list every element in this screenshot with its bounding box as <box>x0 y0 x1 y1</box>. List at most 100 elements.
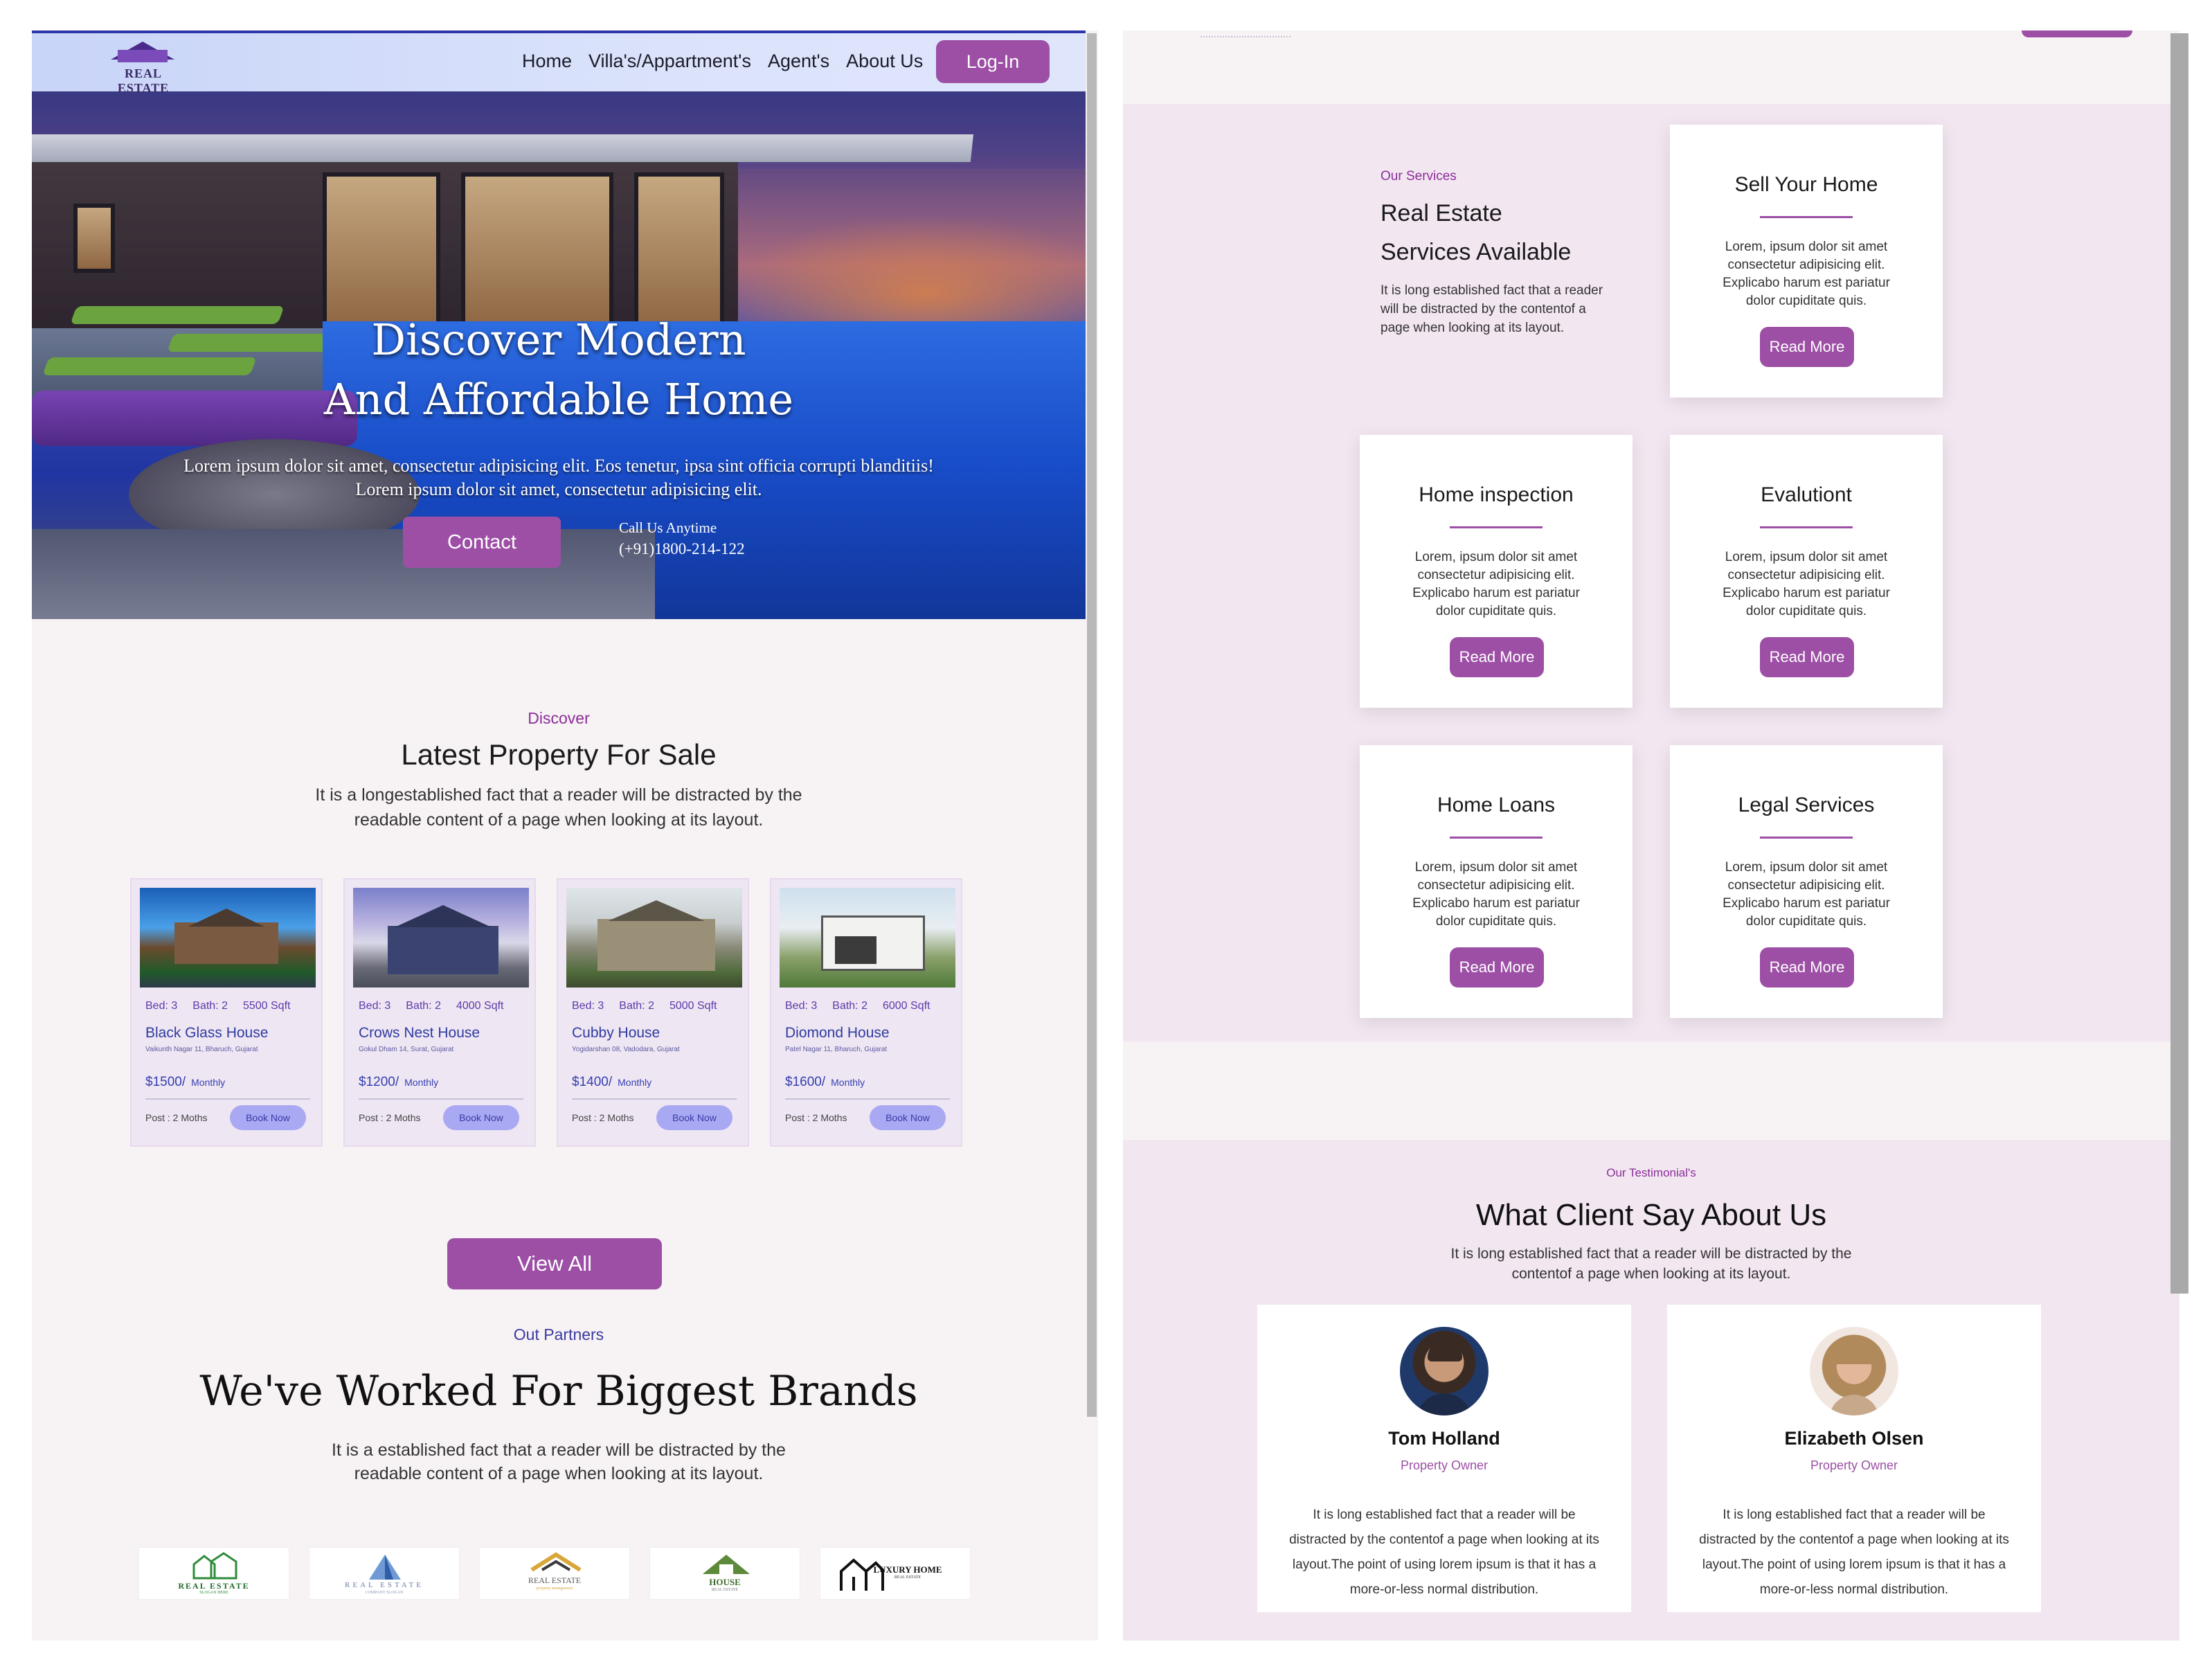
area-sqft: 5000 Sqft <box>669 1000 717 1012</box>
partner-sub: SLOGAN HERE <box>199 1591 228 1595</box>
service-title: Legal Services <box>1738 794 1875 816</box>
property-window-shape <box>835 936 876 964</box>
services-intro: Our Services Real Estate Services Availa… <box>1381 169 1616 337</box>
latest-title: Latest Property For Sale <box>401 738 717 771</box>
nav-link-villas[interactable]: Villa's/Appartment's <box>588 51 751 72</box>
bed-count: Bed: 3 <box>145 1000 178 1012</box>
property-card[interactable]: Bed: 3 Bath: 2 5000 Sqft Cubby House Yogid… <box>557 878 749 1147</box>
partner-sub: REAL ESTATE <box>711 1588 739 1592</box>
price-period: Monthly <box>618 1077 652 1088</box>
nav-link-agents[interactable]: Agent's <box>768 51 829 72</box>
property-price: $1500/Monthly <box>145 1075 225 1090</box>
hero-title-line1: Discover Modern <box>371 314 746 365</box>
property-card[interactable]: Bed: 3 Bath: 2 5500 Sqft Black Glass House… <box>130 878 323 1147</box>
card-divider <box>572 1098 737 1100</box>
book-now-button[interactable]: Book Now <box>870 1105 946 1130</box>
property-name[interactable]: Crows Nest House <box>359 1025 480 1042</box>
hero-subtitle-line1: Lorem ipsum dolor sit amet, consectetur … <box>183 456 934 476</box>
partner-name: LUXURY HOME <box>873 1564 942 1575</box>
service-divider <box>1760 216 1853 218</box>
nav-links: Home Villa's/Appartment's Agent's About … <box>522 30 923 91</box>
testimonials-eyebrow: Our Testimonial's <box>1606 1166 1696 1179</box>
view-all-button[interactable]: View All <box>447 1238 662 1289</box>
read-more-button[interactable]: Read More <box>1760 327 1854 367</box>
service-text: Lorem, ipsum dolor sit amet consectetur … <box>1723 550 1890 618</box>
nav-link-about[interactable]: About Us <box>846 51 923 72</box>
client-name: Elizabeth Olsen <box>1784 1428 1924 1449</box>
property-card[interactable]: Bed: 3 Bath: 2 6000 Sqft Diomond House Pat… <box>770 878 962 1147</box>
service-card: Evalutiont Lorem, ipsum dolor sit amet c… <box>1670 435 1943 708</box>
service-title: Sell Your Home <box>1734 173 1878 196</box>
service-text: Lorem, ipsum dolor sit amet consectetur … <box>1723 860 1890 929</box>
price-period: Monthly <box>191 1077 226 1088</box>
property-price: $1600/Monthly <box>785 1075 865 1090</box>
book-now-button[interactable]: Book Now <box>656 1105 732 1130</box>
partner-logo: HOUSE REAL ESTATE <box>649 1547 800 1600</box>
bed-count: Bed: 3 <box>359 1000 391 1012</box>
read-more-button[interactable]: Read More <box>1450 947 1544 988</box>
property-meta: Bed: 3 Bath: 2 5000 Sqft <box>572 1000 732 1012</box>
price-value: $1400/ <box>572 1075 613 1089</box>
login-button[interactable]: Log-In <box>936 40 1050 83</box>
testimonials-para-line1: It is long established fact that a reade… <box>1450 1246 1852 1262</box>
book-now-button[interactable]: Book Now <box>230 1105 306 1130</box>
partner-name: REAL ESTATE <box>178 1581 250 1591</box>
partner-name: REAL ESTATE <box>345 1581 424 1589</box>
nav-link-home[interactable]: Home <box>522 51 572 72</box>
partners-para-line1: It is a established fact that a reader w… <box>332 1440 786 1460</box>
service-card: Home Loans Lorem, ipsum dolor sit amet c… <box>1360 745 1633 1018</box>
property-price: $1200/Monthly <box>359 1075 438 1090</box>
services-eyebrow: Our Services <box>1381 169 1457 184</box>
partner-sub: REAL ESTATE <box>894 1575 921 1580</box>
property-name[interactable]: Diomond House <box>785 1025 890 1042</box>
read-more-button[interactable]: Read More <box>1760 637 1854 677</box>
property-meta: Bed: 3 Bath: 2 5500 Sqft <box>145 1000 305 1012</box>
right-scrollbar[interactable] <box>2170 33 2188 1294</box>
testimonials-para: It is long established fact that a reade… <box>1123 1244 2179 1284</box>
property-photo <box>566 888 742 988</box>
left-page-screenshot: Discover Modern And Affordable Home Lore… <box>32 30 1098 1641</box>
service-text: Lorem, ipsum dolor sit amet consectetur … <box>1412 860 1580 929</box>
testimonial-card: Elizabeth Olsen Property Owner It is lon… <box>1667 1305 2041 1612</box>
left-scrollbar[interactable] <box>1087 33 1097 1417</box>
hero-section: Discover Modern And Affordable Home Lore… <box>32 30 1086 619</box>
read-more-button[interactable]: Read More <box>1450 637 1544 677</box>
avatar-hair <box>1831 1337 1879 1364</box>
partner-sub: property management <box>536 1587 573 1591</box>
call-number[interactable]: (+91)1800-214-122 <box>619 540 745 558</box>
property-name[interactable]: Cubby House <box>572 1025 660 1042</box>
property-roof-shape <box>395 905 492 927</box>
property-meta: Bed: 3 Bath: 2 6000 Sqft <box>785 1000 945 1012</box>
partners-eyebrow: Out Partners <box>513 1325 604 1343</box>
property-meta: Bed: 3 Bath: 2 4000 Sqft <box>359 1000 519 1012</box>
property-address: Yogidarshan 08, Vadodara, Gujarat <box>572 1046 680 1053</box>
book-now-button[interactable]: Book Now <box>443 1105 519 1130</box>
client-role: Property Owner <box>1810 1458 1898 1472</box>
property-name[interactable]: Black Glass House <box>145 1025 268 1042</box>
partners-para-line2: readable content of a page when looking … <box>354 1464 764 1483</box>
contact-button[interactable]: Contact <box>403 517 561 568</box>
property-address: Vaikunth Nagar 11, Bharuch, Gujarat <box>145 1046 258 1053</box>
hero-subtitle-line2: Lorem ipsum dolor sit amet, consectetur … <box>355 479 762 499</box>
services-title-line2: Services Available <box>1381 239 1572 265</box>
price-period: Monthly <box>404 1077 439 1088</box>
price-period: Monthly <box>831 1077 865 1088</box>
house-icon <box>192 1552 237 1580</box>
read-more-button[interactable]: Read More <box>1760 947 1854 988</box>
login-button-edge[interactable] <box>2022 30 2132 37</box>
service-title: Evalutiont <box>1761 483 1852 506</box>
property-roof-shape <box>188 909 264 927</box>
area-sqft: 6000 Sqft <box>882 1000 930 1012</box>
top-strip <box>1123 30 2179 104</box>
post-age: Post : 2 Moths <box>572 1112 634 1123</box>
latest-para-line2: readable content of a page when looking … <box>354 810 764 830</box>
property-house-shape <box>597 919 715 971</box>
site-logo[interactable]: REAL ESTATE <box>98 42 188 95</box>
partner-logo: REAL ESTATE COMPANY SLOGAN <box>309 1547 460 1600</box>
area-sqft: 4000 Sqft <box>456 1000 504 1012</box>
property-card[interactable]: Bed: 3 Bath: 2 4000 Sqft Crows Nest House … <box>343 878 536 1147</box>
post-age: Post : 2 Moths <box>145 1112 208 1123</box>
avatar <box>1400 1327 1489 1415</box>
partner-logo: REAL ESTATE SLOGAN HERE <box>138 1547 289 1600</box>
bed-count: Bed: 3 <box>785 1000 818 1012</box>
